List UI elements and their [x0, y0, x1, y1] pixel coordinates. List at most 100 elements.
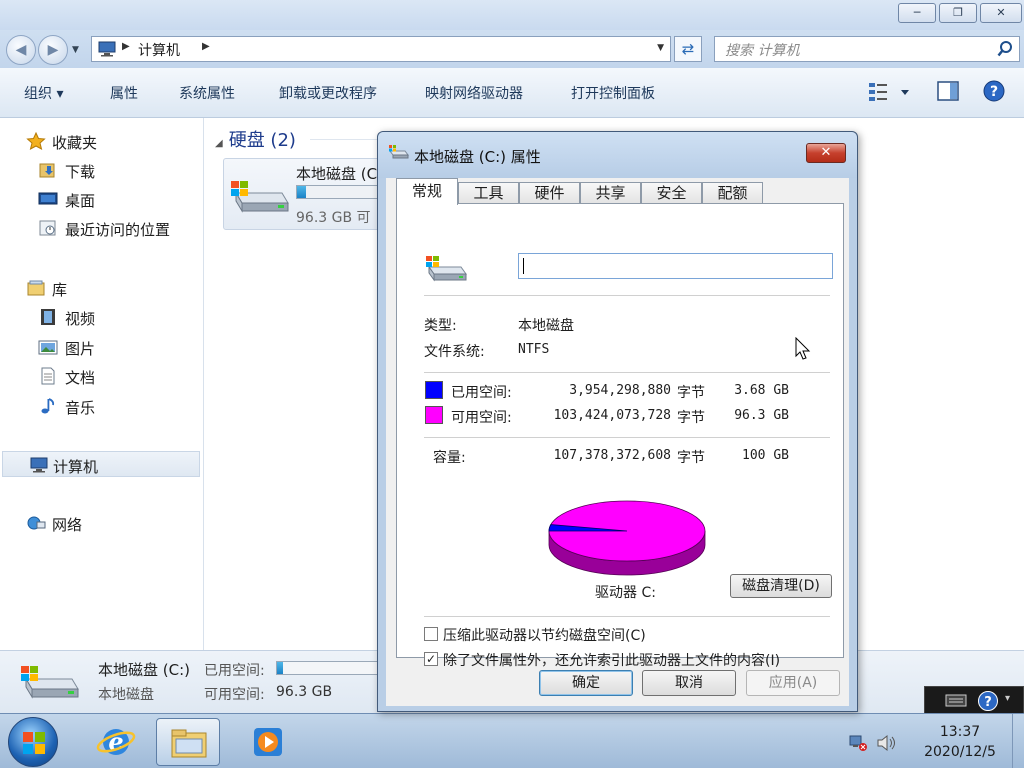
index-contents-checkbox[interactable]: ✓: [424, 652, 438, 666]
used-space-unit: 字节: [677, 385, 705, 401]
address-field[interactable]: ▶ 计算机 ▶ ▼: [91, 36, 671, 62]
start-button[interactable]: [8, 717, 58, 767]
nav-pictures[interactable]: 图片: [0, 334, 203, 360]
network-status-icon[interactable]: [848, 734, 868, 752]
windows-logo-icon: [23, 732, 45, 754]
hard-disks-group-header[interactable]: ◢ 硬盘 (2): [215, 126, 296, 152]
capacity-unit: 字节: [677, 450, 705, 466]
taskbar-clock[interactable]: 13:37 2020/12/5: [910, 722, 1010, 762]
media-player-icon: [254, 728, 282, 756]
nav-videos[interactable]: 视频: [0, 304, 203, 330]
language-bar: ? ▾: [924, 686, 1024, 714]
nav-network[interactable]: 网络: [0, 510, 203, 536]
maximize-button[interactable]: ❐: [939, 3, 977, 23]
tab-security[interactable]: 安全: [641, 182, 702, 204]
uninstall-program-button[interactable]: 卸载或更改程序: [279, 83, 377, 103]
nav-downloads[interactable]: 下载: [0, 157, 203, 183]
change-view-icon[interactable]: [868, 80, 912, 104]
free-space-bytes: 103,424,073,728: [553, 408, 671, 423]
recent-pages-dropdown-icon[interactable]: ▼: [72, 45, 79, 55]
recent-places-icon: [39, 220, 56, 236]
nav-desktop[interactable]: 桌面: [0, 186, 203, 212]
nav-music-label: 音乐: [65, 399, 96, 417]
search-icon: [997, 41, 1012, 57]
disk-cleanup-button[interactable]: 磁盘清理(D): [730, 574, 832, 598]
ok-button[interactable]: 确定: [539, 670, 633, 696]
search-placeholder: 搜索 计算机: [725, 43, 800, 59]
preview-pane-icon[interactable]: [937, 80, 959, 102]
taskbar-windows-explorer[interactable]: [156, 718, 220, 766]
close-button[interactable]: ✕: [980, 3, 1022, 23]
back-button[interactable]: ◀: [6, 35, 36, 65]
taskbar-media-player[interactable]: [236, 718, 300, 766]
document-icon: [41, 367, 55, 385]
tab-sharing[interactable]: 共享: [580, 182, 641, 204]
details-drive-type: 本地磁盘: [98, 687, 154, 703]
show-desktop-button[interactable]: [1012, 714, 1024, 768]
open-control-panel-button[interactable]: 打开控制面板: [571, 83, 655, 103]
details-free-value: 96.3 GB: [276, 684, 333, 700]
details-used-label: 已用空间:: [204, 663, 265, 679]
breadcrumb-separator-icon[interactable]: ▶: [122, 41, 130, 52]
details-free-label: 可用空间:: [204, 687, 265, 703]
drive-letter-label: 驱动器 C:: [595, 585, 656, 601]
breadcrumb-computer[interactable]: 计算机: [138, 40, 180, 60]
star-icon: [26, 132, 46, 150]
search-input[interactable]: 搜索 计算机: [714, 36, 1020, 62]
used-space-color-swatch: [425, 381, 443, 399]
taskbar-internet-explorer[interactable]: e: [84, 718, 148, 766]
refresh-button[interactable]: ⇄: [674, 36, 702, 62]
divider: [424, 437, 830, 438]
drive-c-tile[interactable]: 本地磁盘 (C 96.3 GB 可: [223, 158, 383, 230]
nav-libraries[interactable]: 库: [0, 275, 203, 301]
free-space-color-swatch: [425, 406, 443, 424]
window-titlebar: ─ ❐ ✕: [0, 0, 1024, 30]
compress-drive-checkbox[interactable]: [424, 627, 438, 641]
nav-network-label: 网络: [52, 516, 83, 534]
apply-button[interactable]: 应用(A): [746, 670, 840, 696]
address-bar-row: ◀ ▶ ▼ ▶ 计算机 ▶ ▼ ⇄ 搜索 计算机: [0, 30, 1024, 68]
hard-drive-icon: [231, 181, 289, 213]
dialog-close-button[interactable]: ✕: [806, 143, 846, 163]
tab-tools[interactable]: 工具: [458, 182, 519, 204]
volume-label-input[interactable]: [518, 253, 833, 279]
keyboard-icon[interactable]: [945, 692, 967, 708]
command-toolbar: 组织 ▾ 属性 系统属性 卸载或更改程序 映射网络驱动器 打开控制面板 ?: [0, 68, 1024, 118]
cancel-button[interactable]: 取消: [642, 670, 736, 696]
properties-button[interactable]: 属性: [110, 83, 138, 103]
breadcrumb-separator-icon[interactable]: ▶: [202, 41, 210, 52]
used-space-label: 已用空间:: [451, 385, 512, 401]
used-space-bytes: 3,954,298,880: [569, 383, 671, 398]
address-dropdown-icon[interactable]: ▼: [657, 43, 664, 53]
forward-button[interactable]: ▶: [38, 35, 68, 65]
folder-icon: [171, 729, 207, 758]
organize-menu[interactable]: 组织 ▾: [24, 83, 63, 103]
dialog-titlebar[interactable]: 本地磁盘 (C:) 属性 ✕: [378, 132, 857, 178]
network-icon: [27, 516, 46, 530]
language-help-icon[interactable]: ?: [977, 690, 999, 712]
tab-general[interactable]: 常规: [396, 178, 458, 205]
tab-hardware[interactable]: 硬件: [519, 182, 580, 204]
mouse-cursor-icon: [795, 337, 811, 360]
nav-recent-places[interactable]: 最近访问的位置: [0, 215, 203, 241]
details-drive-name: 本地磁盘 (C:): [98, 661, 190, 679]
system-properties-button[interactable]: 系统属性: [179, 83, 235, 103]
clock-time: 13:37: [939, 724, 981, 740]
nav-documents-label: 文档: [65, 369, 96, 387]
map-network-drive-button[interactable]: 映射网络驱动器: [425, 83, 523, 103]
disk-usage-pie-chart: [548, 500, 706, 576]
nav-favorites-label: 收藏夹: [52, 134, 98, 152]
nav-computer[interactable]: 计算机: [2, 451, 200, 477]
nav-music[interactable]: 音乐: [0, 393, 203, 419]
pictures-icon: [38, 340, 58, 355]
minimize-button[interactable]: ─: [898, 3, 936, 23]
help-icon[interactable]: ?: [983, 80, 1005, 102]
collapse-triangle-icon[interactable]: ◢: [215, 138, 223, 149]
nav-documents[interactable]: 文档: [0, 363, 203, 389]
language-bar-options-icon[interactable]: ▾: [1005, 693, 1010, 704]
dialog-body: 常规 工具 硬件 共享 安全 配额 类型: 本地磁盘 文件系统: NTFS 已用…: [386, 178, 849, 706]
nav-favorites[interactable]: 收藏夹: [0, 128, 203, 154]
tab-quota[interactable]: 配额: [702, 182, 763, 204]
capacity-bytes: 107,378,372,608: [553, 448, 671, 463]
speaker-volume-icon[interactable]: [876, 734, 898, 752]
